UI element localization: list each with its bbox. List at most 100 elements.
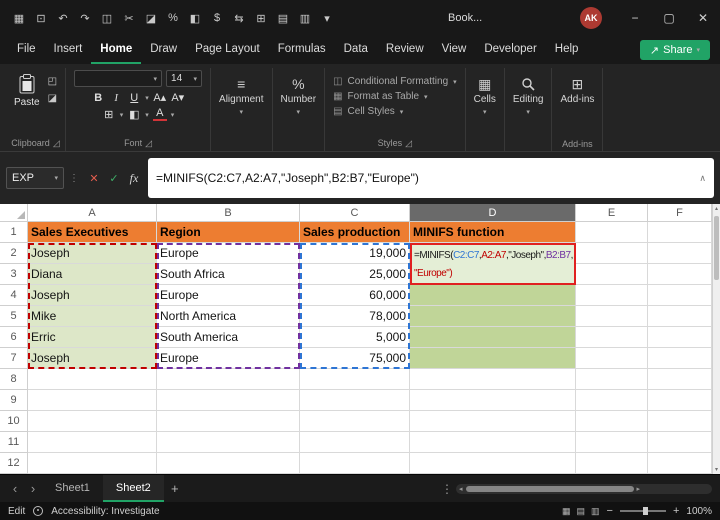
cell-C1[interactable]: Sales production [300, 222, 410, 243]
ribbon-tab-review[interactable]: Review [377, 36, 433, 64]
ribbon-tab-data[interactable]: Data [335, 36, 377, 64]
font-color-icon[interactable]: A [152, 108, 167, 121]
cell-F9[interactable] [648, 390, 712, 411]
paste-button[interactable]: Paste [14, 70, 40, 108]
row-header-12[interactable]: 12 [0, 453, 28, 474]
cell-C7[interactable]: 75,000 [300, 348, 410, 369]
zoom-slider-thumb[interactable] [642, 507, 648, 515]
cell-F2[interactable] [648, 243, 712, 264]
undo-icon[interactable]: ↶ [52, 12, 74, 25]
font-name-select[interactable]: ▾ [74, 70, 163, 87]
percent-style-icon[interactable]: % [162, 12, 184, 24]
next-sheet-icon[interactable]: › [24, 481, 42, 496]
cell-C11[interactable] [300, 432, 410, 453]
cell-A2[interactable]: Joseph [28, 243, 157, 264]
insert-chart-icon[interactable]: ▥ [294, 12, 316, 25]
vertical-scrollbar[interactable]: ▴ ▾ [712, 204, 720, 474]
cell-D5[interactable] [410, 306, 576, 327]
scroll-up-icon[interactable]: ▴ [713, 205, 720, 212]
accessibility-status[interactable]: Accessibility: Investigate [51, 506, 159, 517]
cell-C9[interactable] [300, 390, 410, 411]
ribbon-tab-developer[interactable]: Developer [475, 36, 545, 64]
dialog-launcher-icon[interactable]: ◿ [145, 138, 152, 149]
cells-button[interactable]: ▦ Cells ▾ [474, 70, 496, 116]
ribbon-tab-file[interactable]: File [8, 36, 45, 64]
cell-B6[interactable]: South America [157, 327, 300, 348]
dialog-launcher-icon[interactable]: ◿ [405, 138, 412, 149]
insert-function-button[interactable]: fx [124, 171, 144, 186]
normal-view-icon[interactable]: ▦ [562, 506, 571, 517]
sheet-options-icon[interactable]: ⋮ [438, 482, 456, 496]
row-header-11[interactable]: 11 [0, 432, 28, 453]
cell-B4[interactable]: Europe [157, 285, 300, 306]
cell-E8[interactable] [576, 369, 648, 390]
vertical-scrollbar-thumb[interactable] [714, 216, 719, 280]
currency-style-icon[interactable]: $ [206, 12, 228, 24]
row-header-7[interactable]: 7 [0, 348, 28, 369]
decrease-font-size-icon[interactable]: A▾ [171, 91, 185, 104]
zoom-in-button[interactable]: + [673, 505, 679, 517]
font-size-select[interactable]: 14 ▾ [166, 70, 203, 87]
alignment-button[interactable]: ≡ Alignment ▾ [219, 70, 263, 116]
format-painter-icon[interactable]: ◪ [140, 12, 162, 25]
cell-E3[interactable] [576, 264, 648, 285]
zoom-level[interactable]: 100% [686, 506, 712, 517]
bold-button[interactable]: B [91, 92, 105, 104]
cell-C8[interactable] [300, 369, 410, 390]
scroll-left-icon[interactable]: ◂ [459, 485, 463, 493]
cell-B5[interactable]: North America [157, 306, 300, 327]
cell-B1[interactable]: Region [157, 222, 300, 243]
cell-E6[interactable] [576, 327, 648, 348]
cell-A11[interactable] [28, 432, 157, 453]
number-button[interactable]: % Number ▾ [281, 70, 317, 116]
cell-D9[interactable] [410, 390, 576, 411]
cell-C12[interactable] [300, 453, 410, 474]
cell-E2[interactable] [576, 243, 648, 264]
column-header-A[interactable]: A [28, 204, 157, 222]
addins-button[interactable]: ⊞ Add-ins [560, 70, 594, 105]
ribbon-tab-help[interactable]: Help [546, 36, 588, 64]
minimize-button[interactable]: − [618, 0, 652, 36]
save-icon[interactable]: ⊡ [30, 12, 52, 25]
cell-C5[interactable]: 78,000 [300, 306, 410, 327]
cell-A3[interactable]: Diana [28, 264, 157, 285]
page-break-preview-icon[interactable]: ▥ [591, 506, 600, 517]
horizontal-scrollbar[interactable]: ◂ ▸ [456, 483, 712, 494]
column-header-D[interactable]: D [410, 204, 576, 222]
select-all-corner[interactable] [0, 204, 28, 222]
cell-E12[interactable] [576, 453, 648, 474]
cell-C4[interactable]: 60,000 [300, 285, 410, 306]
format-as-table-button[interactable]: ▦ Format as Table ▾ [333, 91, 457, 102]
ribbon-tab-page-layout[interactable]: Page Layout [186, 36, 269, 64]
cell-E10[interactable] [576, 411, 648, 432]
row-header-4[interactable]: 4 [0, 285, 28, 306]
zoom-out-button[interactable]: − [607, 505, 613, 517]
underline-button[interactable]: U [127, 92, 141, 104]
cell-C6[interactable]: 5,000 [300, 327, 410, 348]
cancel-button[interactable]: ✕ [84, 172, 104, 185]
cell-D7[interactable] [410, 348, 576, 369]
close-button[interactable]: ✕ [686, 0, 720, 36]
cell-A8[interactable] [28, 369, 157, 390]
cell-D10[interactable] [410, 411, 576, 432]
fill-color-icon[interactable]: ◧ [127, 108, 141, 121]
cell-F7[interactable] [648, 348, 712, 369]
cell-E11[interactable] [576, 432, 648, 453]
cell-A10[interactable] [28, 411, 157, 432]
column-header-C[interactable]: C [300, 204, 410, 222]
cell-B8[interactable] [157, 369, 300, 390]
cell-F1[interactable] [648, 222, 712, 243]
borders-icon[interactable]: ⊞ [102, 108, 116, 121]
editing-button[interactable]: Editing ▾ [513, 70, 543, 116]
account-avatar[interactable]: AK [580, 7, 602, 29]
cell-styles-button[interactable]: ▤ Cell Styles ▾ [333, 106, 457, 117]
row-header-9[interactable]: 9 [0, 390, 28, 411]
cell-C10[interactable] [300, 411, 410, 432]
column-header-B[interactable]: B [157, 204, 300, 222]
cell-D12[interactable] [410, 453, 576, 474]
ribbon-tab-insert[interactable]: Insert [45, 36, 92, 64]
scroll-down-icon[interactable]: ▾ [713, 466, 720, 473]
insert-table-icon[interactable]: ▤ [272, 12, 294, 25]
cell-E1[interactable] [576, 222, 648, 243]
cell-F3[interactable] [648, 264, 712, 285]
